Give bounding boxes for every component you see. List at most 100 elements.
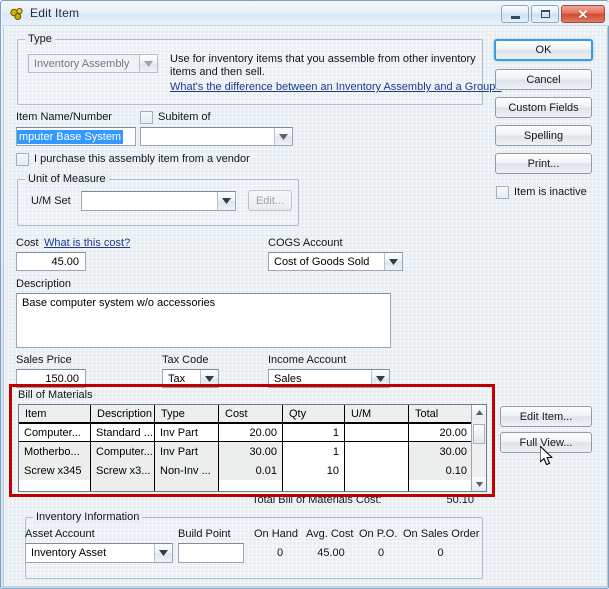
close-button[interactable]: ✕: [561, 5, 605, 23]
bom-empty-row: [19, 480, 486, 491]
bom-cell-um: [345, 461, 409, 480]
description-value: Base computer system w/o accessories: [22, 297, 216, 309]
bom-cell-cost: 0.01: [219, 461, 283, 480]
title-bar: Edit Item ✕: [2, 2, 609, 26]
build-point-label: Build Point: [178, 528, 231, 540]
avg-cost-value: 45.00: [317, 547, 345, 559]
table-row[interactable]: Motherbo... Computer... Inv Part 30.00 1…: [19, 442, 486, 461]
cogs-account-value: Cost of Goods Sold: [274, 255, 370, 268]
spelling-button[interactable]: Spelling: [495, 125, 592, 146]
chevron-down-icon: [200, 370, 218, 387]
screenshot-root: Edit Item ✕ Type Inventory Assembly Use …: [0, 0, 609, 589]
maximize-icon: [540, 10, 550, 18]
income-account-value: Sales: [274, 372, 302, 385]
description-textarea[interactable]: Base computer system w/o accessories: [16, 293, 391, 348]
bom-empty-cell: [283, 480, 345, 491]
bom-cell-item: Motherbo...: [19, 442, 91, 461]
edit-item-button[interactable]: Edit Item...: [500, 406, 592, 427]
sales-price-input[interactable]: 150.00: [16, 369, 86, 388]
what-is-this-cost-link[interactable]: What is this cost?: [44, 237, 130, 249]
bom-cell-description: Computer...: [91, 442, 155, 461]
um-set-combo[interactable]: [81, 191, 236, 211]
income-account-label: Income Account: [268, 354, 347, 366]
bom-total-label: Total Bill of Materials Cost:: [252, 494, 382, 506]
close-icon: ✕: [577, 6, 589, 22]
minimize-icon: [510, 15, 520, 19]
bom-empty-cell: [219, 480, 283, 491]
bom-cell-total: 0.10: [445, 464, 467, 477]
bom-cell-type: Inv Part: [155, 442, 219, 461]
bom-cell-total: 20.00: [409, 423, 472, 442]
subitem-checkbox[interactable]: [140, 111, 153, 124]
cogs-account-label: COGS Account: [268, 237, 343, 249]
item-name-label: Item Name/Number: [16, 111, 112, 123]
description-label: Description: [16, 278, 72, 290]
subitem-parent-combo[interactable]: [140, 127, 293, 146]
asset-account-combo[interactable]: Inventory Asset: [25, 543, 173, 563]
bom-total-value: 50.10: [446, 494, 474, 506]
on-sales-order-label: On Sales Order: [403, 528, 480, 540]
cost-value: 45.00: [51, 255, 79, 268]
table-row[interactable]: Screw x345 Screw x3... Non-Inv ... 0.01 …: [19, 461, 486, 480]
bom-empty-cell: [91, 480, 155, 491]
edit-item-window: Edit Item ✕ Type Inventory Assembly Use …: [0, 0, 609, 589]
bom-cell-qty: 1: [283, 423, 345, 442]
item-inactive-checkbox[interactable]: [496, 186, 509, 199]
income-account-combo[interactable]: Sales: [268, 369, 390, 388]
item-name-input[interactable]: mputer Base System: [16, 127, 136, 146]
on-hand-value: 0: [276, 547, 284, 559]
bom-empty-cell: [155, 480, 219, 491]
assembly-vs-group-link[interactable]: What's the difference between an Invento…: [170, 81, 501, 93]
cancel-button[interactable]: Cancel: [495, 69, 592, 90]
bom-title: Bill of Materials: [18, 389, 93, 401]
bom-col-um: U/M: [345, 405, 409, 422]
chevron-down-icon: [217, 192, 235, 210]
bom-cell-item: Screw x345: [19, 461, 91, 480]
bom-cell-item: Computer...: [19, 423, 91, 442]
chevron-down-icon: [139, 55, 157, 72]
dialog-body: Type Inventory Assembly Use for inventor…: [3, 27, 608, 587]
on-po-label: On P.O.: [359, 528, 398, 540]
on-hand-label: On Hand: [254, 528, 299, 540]
bom-scrollbar[interactable]: [471, 405, 486, 491]
item-inactive-label: Item is inactive: [514, 186, 587, 198]
inventory-information-title: Inventory Information: [33, 511, 143, 523]
chevron-down-icon: [371, 370, 389, 387]
minimize-button[interactable]: [501, 5, 529, 23]
chevron-down-icon: [274, 128, 292, 145]
bom-col-item: Item: [19, 405, 91, 422]
window-title: Edit Item: [30, 6, 80, 20]
cogs-account-combo[interactable]: Cost of Goods Sold: [268, 252, 403, 271]
purchase-from-vendor-label: I purchase this assembly item from a ven…: [34, 153, 250, 165]
tax-code-label: Tax Code: [162, 354, 209, 366]
bom-col-type: Type: [155, 405, 219, 422]
window-controls: ✕: [501, 5, 605, 23]
bom-empty-cell: [345, 480, 409, 491]
purchase-from-vendor-checkbox[interactable]: [16, 153, 29, 166]
cost-input[interactable]: 45.00: [16, 252, 86, 271]
maximize-button[interactable]: [531, 5, 559, 23]
sales-price-value: 150.00: [45, 372, 79, 385]
table-row[interactable]: Computer... Standard ... Inv Part 20.00 …: [19, 423, 486, 442]
ok-button[interactable]: OK: [494, 39, 593, 61]
bom-cell-type: Inv Part: [155, 423, 219, 442]
scrollbar-thumb[interactable]: [473, 424, 485, 444]
custom-fields-button[interactable]: Custom Fields: [495, 97, 592, 118]
bom-header-row: Item Description Type Cost Qty U/M Total: [19, 405, 486, 423]
chevron-down-icon: [384, 253, 402, 270]
bom-cell-um: [345, 442, 409, 461]
scroll-up-icon[interactable]: [472, 405, 486, 419]
bom-cell-type: Non-Inv ...: [155, 461, 219, 480]
um-edit-button[interactable]: Edit...: [248, 190, 292, 211]
item-type-combo[interactable]: Inventory Assembly: [28, 54, 158, 73]
scroll-down-icon[interactable]: [472, 477, 486, 491]
full-view-button[interactable]: Full View...: [500, 432, 592, 453]
bom-table[interactable]: Item Description Type Cost Qty U/M Total…: [18, 404, 487, 492]
cost-label: Cost: [16, 237, 39, 249]
tax-code-combo[interactable]: Tax: [162, 369, 219, 388]
bom-cell-cost: 30.00: [219, 442, 283, 461]
build-point-input[interactable]: [178, 543, 244, 563]
bom-cell-um: [345, 423, 409, 442]
print-button[interactable]: Print...: [495, 153, 592, 174]
bom-cell-total: 30.00: [439, 445, 467, 458]
